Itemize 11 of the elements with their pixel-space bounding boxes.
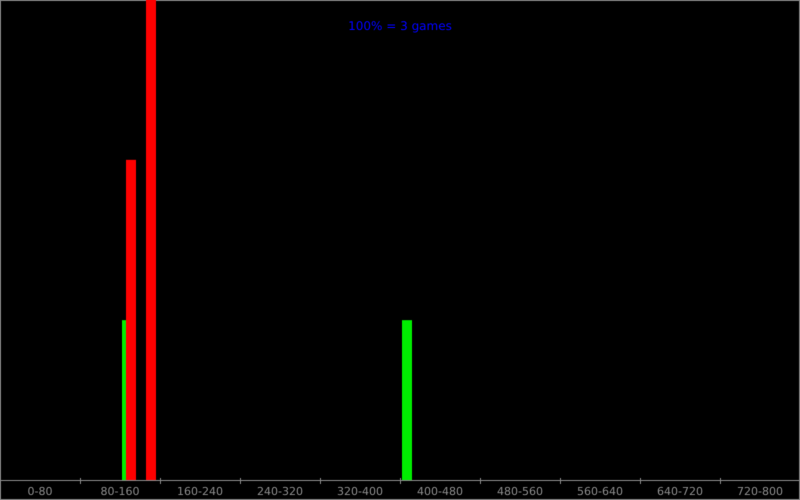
axis-label: 400-480 xyxy=(417,485,463,498)
axis-label: 160-240 xyxy=(177,485,223,498)
axis-label: 80-160 xyxy=(100,485,140,498)
axis-label: 560-640 xyxy=(577,485,623,498)
axis-label: 720-800 xyxy=(737,485,783,498)
axis-label: 320-400 xyxy=(337,485,383,498)
chart-title: 100% = 3 games xyxy=(348,19,452,33)
axis-label: 640-720 xyxy=(657,485,703,498)
axis-label: 0-80 xyxy=(28,485,52,498)
axis-label: 240-320 xyxy=(257,485,303,498)
axis-label: 480-560 xyxy=(497,485,543,498)
